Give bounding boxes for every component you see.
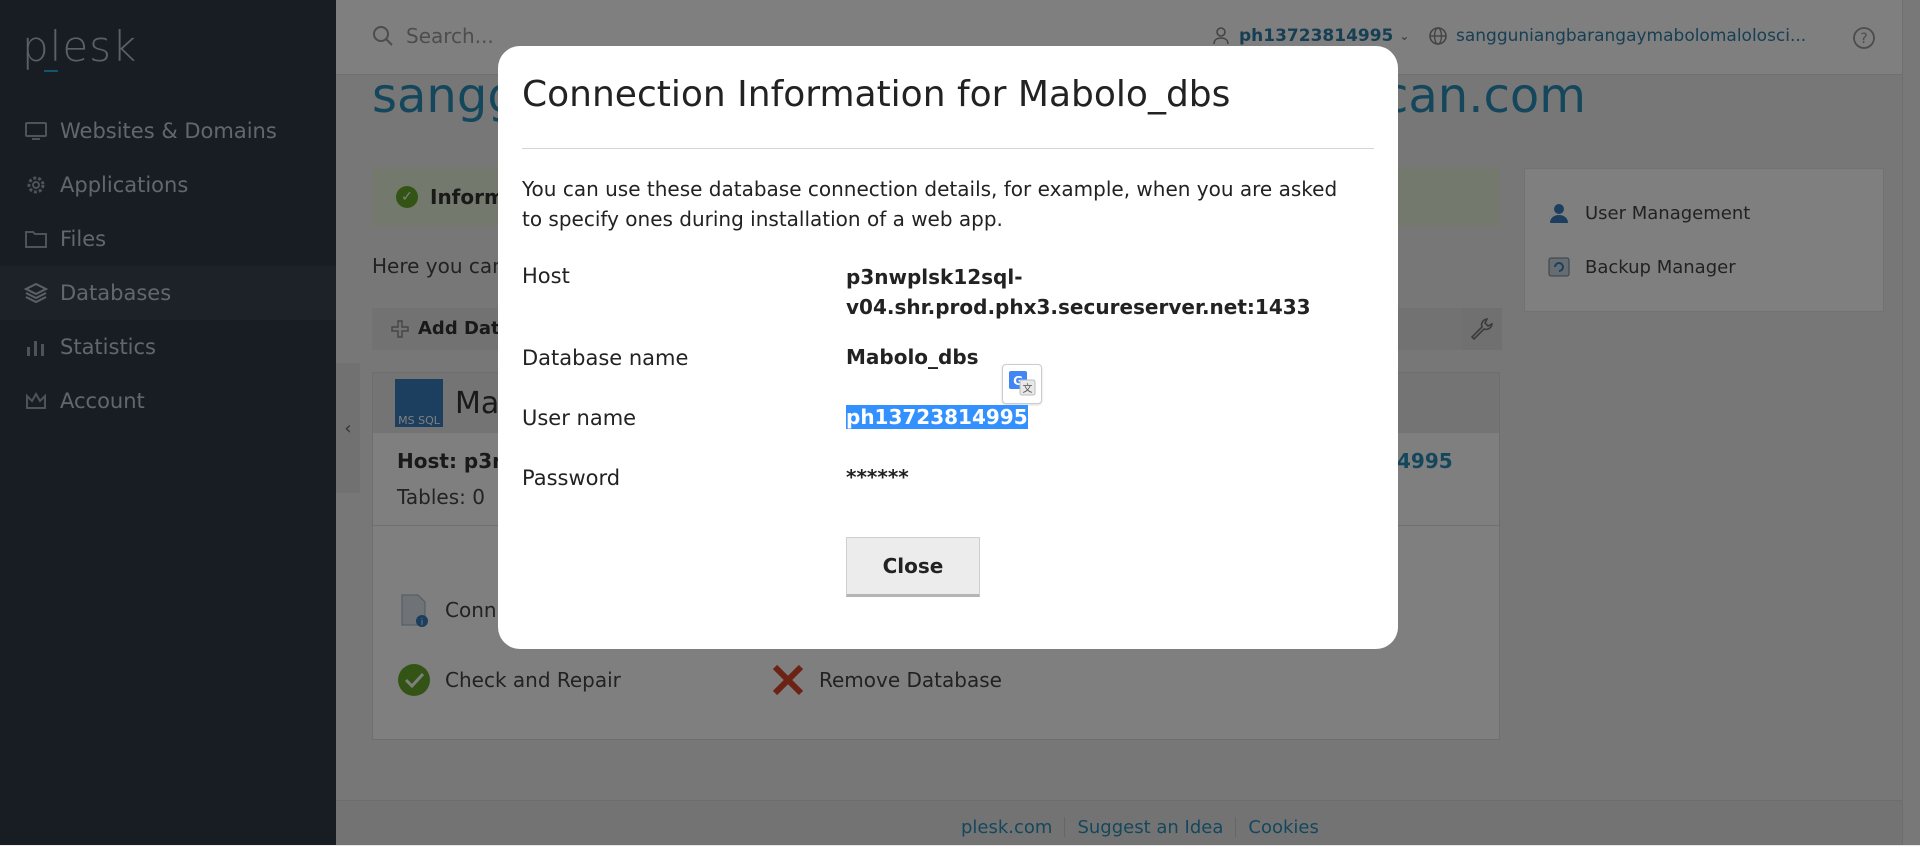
svg-text:文: 文 (1023, 382, 1033, 395)
password-value: ****** (846, 465, 909, 489)
host-value[interactable]: p3nwplsk12sql- v04.shr.prod.phx3.secures… (846, 262, 1311, 322)
database-name-label: Database name (522, 346, 689, 370)
google-translate-icon[interactable]: G文 (1002, 364, 1042, 404)
close-button[interactable]: Close (846, 537, 980, 597)
dialog-title: Connection Information for Mabolo_dbs (522, 74, 1231, 115)
dialog-description: You can use these database connection de… (522, 177, 1338, 231)
host-label: Host (522, 264, 570, 288)
user-name-label: User name (522, 406, 637, 430)
password-label: Password (522, 466, 621, 490)
host-value-line1: p3nwplsk12sql- (846, 265, 1023, 289)
connection-info-dialog: Connection Information for Mabolo_dbs Yo… (498, 46, 1398, 649)
divider (522, 148, 1374, 149)
selected-text: ph13723814995 (846, 405, 1028, 429)
user-name-value[interactable]: ph13723814995 (846, 402, 1028, 432)
host-value-line2: v04.shr.prod.phx3.secureserver.net:1433 (846, 295, 1311, 319)
database-name-value[interactable]: Mabolo_dbs (846, 342, 979, 372)
